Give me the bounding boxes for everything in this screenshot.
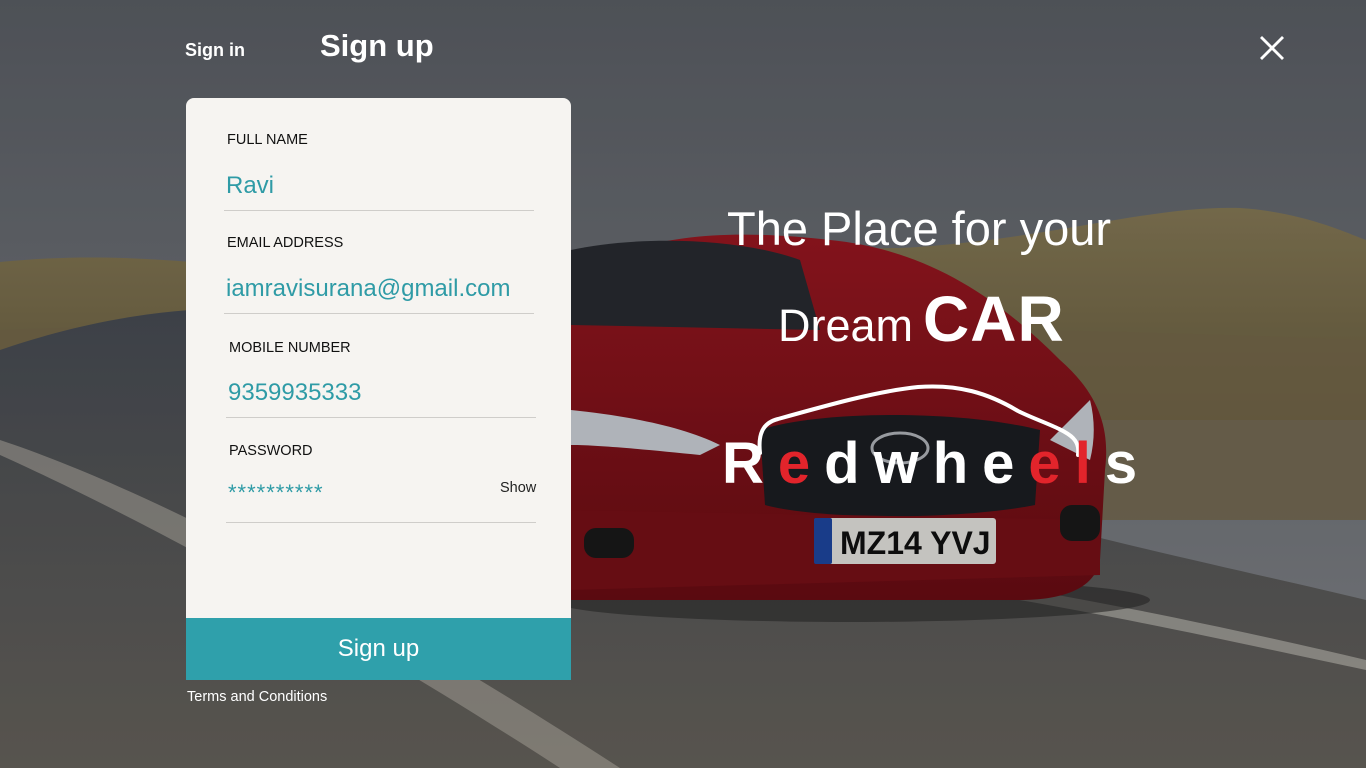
logo-letter: d — [824, 431, 873, 495]
hero-tagline-line1: The Place for your — [727, 202, 1112, 255]
logo-letter: e — [982, 431, 1028, 495]
email-field[interactable] — [224, 275, 534, 314]
terms-and-conditions-link[interactable]: Terms and Conditions — [187, 689, 327, 705]
tab-signin[interactable]: Sign in — [185, 40, 245, 61]
password-field[interactable] — [226, 480, 536, 523]
tab-signup[interactable]: Sign up — [320, 28, 434, 64]
logo-letter: R — [722, 431, 778, 495]
redwheels-logo: Redwheels — [718, 383, 1148, 496]
mobile-label: MOBILE NUMBER — [229, 340, 351, 356]
close-button[interactable] — [1254, 30, 1290, 66]
show-password-toggle[interactable]: Show — [500, 480, 536, 496]
logo-letter: e — [778, 431, 824, 495]
hero-tagline-line2: Dream CAR — [778, 282, 1065, 356]
close-icon — [1260, 36, 1284, 60]
email-label: EMAIL ADDRESS — [227, 235, 344, 251]
hero-tagline-car: CAR — [923, 283, 1065, 355]
logo-letter: e — [1028, 431, 1074, 495]
logo-letter: l — [1075, 431, 1105, 495]
logo-wordmark: Redwheels — [722, 431, 1148, 495]
full-name-label: FULL NAME — [227, 132, 308, 148]
logo-letter: w — [873, 431, 933, 495]
signup-submit-button[interactable]: Sign up — [186, 618, 571, 680]
mobile-field[interactable] — [226, 379, 536, 418]
password-label: PASSWORD — [229, 443, 313, 459]
logo-letter: h — [933, 431, 982, 495]
logo-letter: s — [1105, 431, 1148, 495]
signup-card: FULL NAME EMAIL ADDRESS MOBILE NUMBER PA… — [186, 98, 571, 680]
hero-tagline-dream: Dream — [778, 300, 914, 351]
full-name-field[interactable] — [224, 172, 534, 211]
